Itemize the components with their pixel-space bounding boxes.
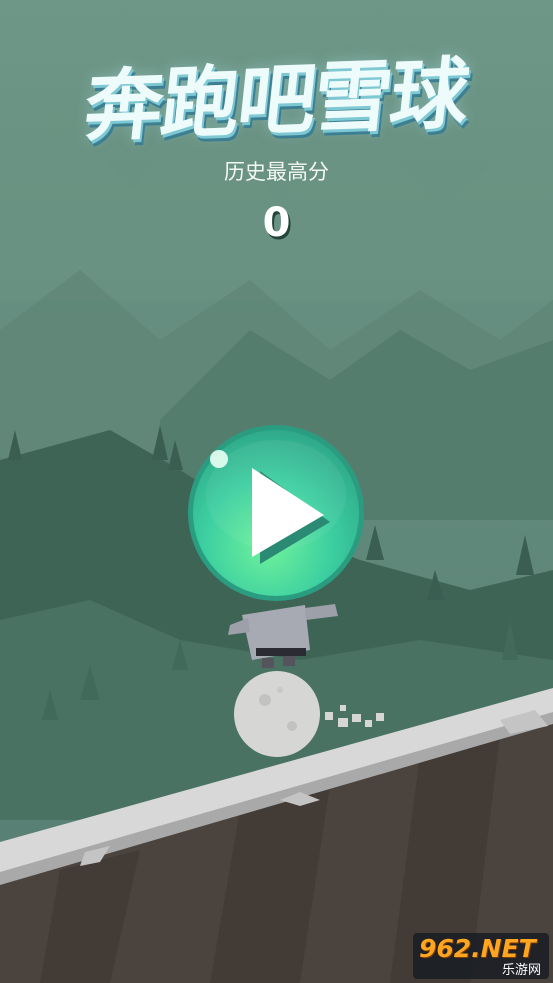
watermark-text: 乐游网 [501, 963, 541, 978]
watermark: 962.NET 乐游网 [413, 933, 549, 979]
high-score-label: 历史最高分 [224, 160, 329, 184]
high-score-value: 0 [262, 200, 291, 246]
play-button[interactable] [186, 423, 366, 603]
game-title: 奔跑吧雪球 [80, 49, 472, 153]
game-screen: 奔跑吧雪球 历史最高分 0 962.NET 乐游网 [0, 0, 553, 983]
